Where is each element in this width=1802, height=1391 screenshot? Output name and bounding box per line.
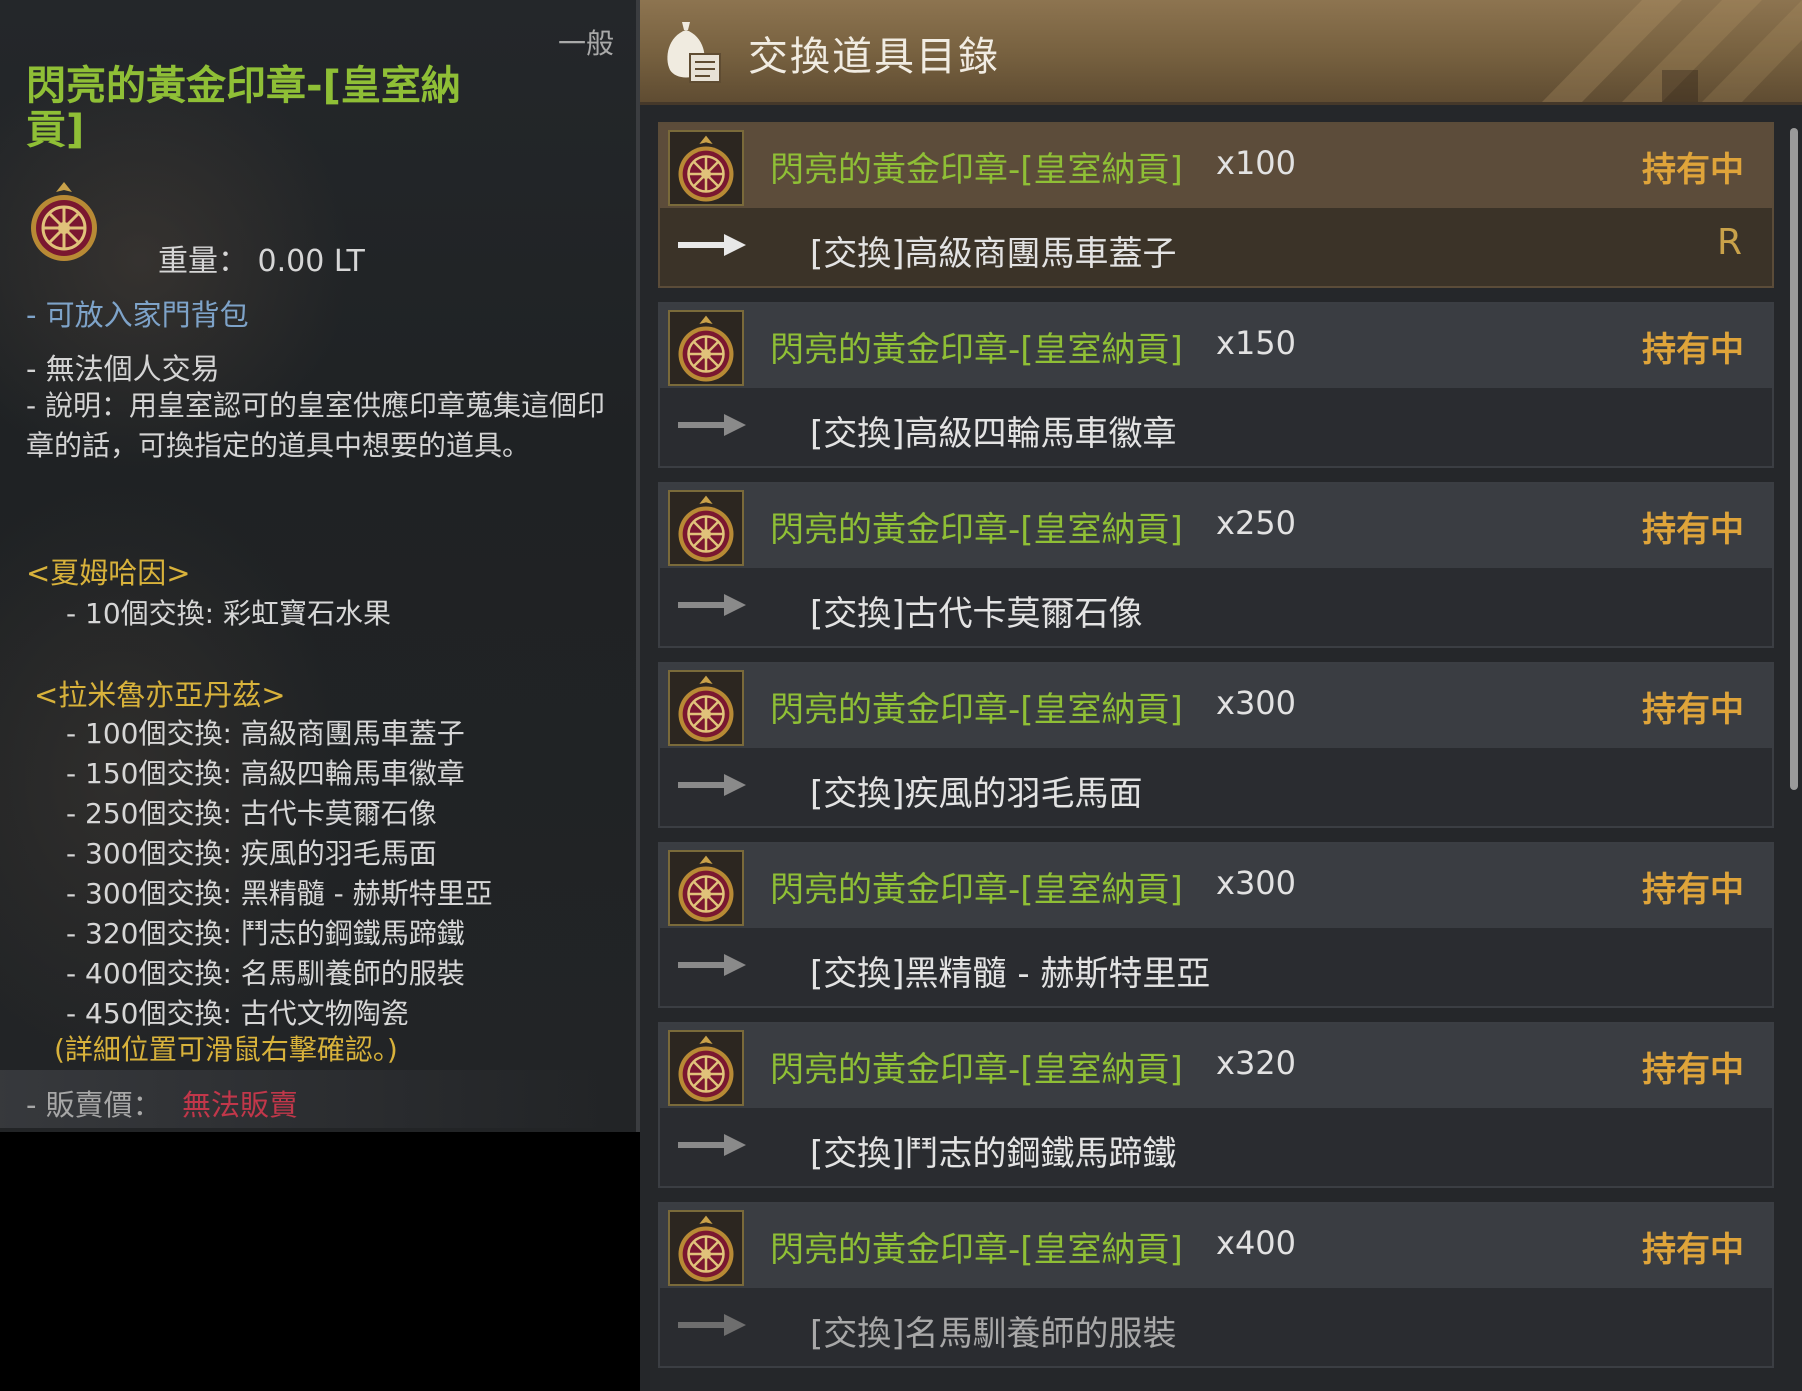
arrow-right-icon — [678, 1314, 746, 1336]
exchange-row[interactable]: 閃亮的黃金印章-[皇室納貢] x150 持有中 [交換]高級四輪馬車徽章 — [658, 302, 1774, 468]
required-item-name: 閃亮的黃金印章-[皇室納貢] — [770, 870, 1183, 910]
item-description: - 說明：用皇室認可的皇室供應印章蒐集這個印章的話，可換指定的道具中想要的道具。 — [26, 389, 606, 462]
exchange-line: - 100個交換: 高級商團馬車蓋子 — [66, 717, 465, 750]
window-title: 交換道具目錄 — [748, 34, 1000, 80]
owned-status: 持有中 — [1642, 150, 1744, 190]
reward-item-name: [交換]名馬馴養師的服裝 — [810, 1314, 1177, 1354]
owned-status: 持有中 — [1642, 330, 1744, 370]
owned-status: 持有中 — [1642, 870, 1744, 910]
reward-item-name: [交換]古代卡莫爾石像 — [810, 594, 1143, 634]
required-quantity: x320 — [1216, 1044, 1297, 1082]
seal-slot — [668, 310, 744, 386]
exchange-line: - 150個交換: 高級四輪馬車徽章 — [66, 757, 465, 790]
reward-rank: R — [1716, 222, 1742, 263]
exchange-row[interactable]: 閃亮的黃金印章-[皇室納貢] x300 持有中 [交換]黑精髓 - 赫斯特里亞 — [658, 842, 1774, 1008]
weight-label: 重量： — [158, 244, 248, 279]
reward-item-name: [交換]鬥志的鋼鐵馬蹄鐵 — [810, 1134, 1177, 1174]
window-header: 交換道具目錄 — [640, 0, 1802, 105]
section-title-2: <拉米魯亦亞丹茲> — [34, 678, 286, 712]
required-quantity: x100 — [1216, 144, 1297, 182]
exchange-line: - 400個交換: 名馬馴養師的服裝 — [66, 957, 465, 990]
arrow-right-icon — [678, 234, 746, 256]
exchange-line: - 320個交換: 鬥志的鋼鐵馬蹄鐵 — [66, 917, 465, 950]
seal-slot — [668, 130, 744, 206]
owned-status: 持有中 — [1642, 1230, 1744, 1270]
exchange-row[interactable]: 閃亮的黃金印章-[皇室納貢] x320 持有中 [交換]鬥志的鋼鐵馬蹄鐵 — [658, 1022, 1774, 1188]
no-trade-note: - 無法個人交易 — [26, 352, 220, 386]
royal-seal-icon — [678, 675, 734, 742]
item-bag-scroll-icon — [667, 22, 721, 83]
price-value: 無法販賣 — [182, 1088, 299, 1122]
weight-value: 0.00 LT — [257, 244, 365, 279]
required-item-name: 閃亮的黃金印章-[皇室納貢] — [770, 150, 1183, 190]
exchange-line: - 300個交換: 疾風的羽毛馬面 — [66, 837, 437, 870]
arrow-right-icon — [678, 1134, 746, 1156]
owned-status: 持有中 — [1642, 690, 1744, 730]
royal-seal-icon — [678, 495, 734, 562]
header-decoration — [1542, 0, 1802, 102]
required-item-name: 閃亮的黃金印章-[皇室納貢] — [770, 690, 1183, 730]
royal-seal-icon — [678, 315, 734, 382]
owned-status: 持有中 — [1642, 510, 1744, 550]
exchange-row[interactable]: 閃亮的黃金印章-[皇室納貢] x100 持有中 [交換]高級商團馬車蓋子 R — [658, 122, 1774, 288]
arrow-right-icon — [678, 594, 746, 616]
arrow-right-icon — [678, 954, 746, 976]
exchange-window: 交換道具目錄 閃亮的黃金印章-[皇室納貢] x100 持有中 [交換]高級商團馬… — [640, 0, 1802, 1391]
weight-row: 重量： 0.00 LT — [158, 236, 365, 280]
reward-item-name: [交換]黑精髓 - 赫斯特里亞 — [810, 954, 1211, 994]
seal-slot — [668, 850, 744, 926]
royal-seal-icon — [678, 855, 734, 922]
exchange-line: - 450個交換: 古代文物陶瓷 — [66, 997, 409, 1030]
required-quantity: x400 — [1216, 1224, 1297, 1262]
reward-item-name: [交換]疾風的羽毛馬面 — [810, 774, 1143, 814]
item-grade: 一般 — [557, 27, 614, 60]
item-tooltip: 一般 閃亮的黃金印章-[皇室納貢] 重量： 0.00 LT - 可放入家門背包 … — [0, 0, 640, 1132]
royal-seal-icon — [678, 1035, 734, 1102]
right-click-note: (詳細位置可滑鼠右擊確認。) — [54, 1033, 398, 1066]
exchange-line: - 250個交換: 古代卡莫爾石像 — [66, 797, 437, 830]
required-item-name: 閃亮的黃金印章-[皇室納貢] — [770, 330, 1183, 370]
required-quantity: x300 — [1216, 864, 1297, 902]
exchange-row[interactable]: 閃亮的黃金印章-[皇室納貢] x400 持有中 [交換]名馬馴養師的服裝 — [658, 1202, 1774, 1368]
seal-slot — [668, 670, 744, 746]
required-item-name: 閃亮的黃金印章-[皇室納貢] — [770, 510, 1183, 550]
price-label: - 販賣價： — [26, 1088, 162, 1122]
royal-seal-icon — [678, 1215, 734, 1282]
reward-item-name: [交換]高級商團馬車蓋子 — [810, 234, 1177, 274]
seal-slot — [668, 1210, 744, 1286]
required-quantity: x300 — [1216, 684, 1297, 722]
required-item-name: 閃亮的黃金印章-[皇室納貢] — [770, 1230, 1183, 1270]
exchange-row[interactable]: 閃亮的黃金印章-[皇室納貢] x300 持有中 [交換]疾風的羽毛馬面 — [658, 662, 1774, 828]
seal-slot — [668, 1030, 744, 1106]
item-name: 閃亮的黃金印章-[皇室納貢] — [26, 63, 461, 153]
royal-seal-icon — [31, 182, 97, 261]
exchange-line: - 10個交換: 彩虹寶石水果 — [66, 597, 391, 630]
arrow-right-icon — [678, 414, 746, 436]
list-scrollbar[interactable] — [1790, 128, 1798, 790]
reward-item-name: [交換]高級四輪馬車徽章 — [810, 414, 1177, 454]
seal-slot — [668, 490, 744, 566]
royal-seal-icon — [678, 135, 734, 202]
section-title-1: <夏姆哈因> — [26, 556, 191, 590]
arrow-right-icon — [678, 774, 746, 796]
exchange-line: - 300個交換: 黑精髓 - 赫斯特里亞 — [66, 877, 493, 910]
owned-status: 持有中 — [1642, 1050, 1744, 1090]
required-quantity: x250 — [1216, 504, 1297, 542]
required-quantity: x150 — [1216, 324, 1297, 362]
family-bag-note: - 可放入家門背包 — [26, 298, 249, 332]
exchange-row[interactable]: 閃亮的黃金印章-[皇室納貢] x250 持有中 [交換]古代卡莫爾石像 — [658, 482, 1774, 648]
required-item-name: 閃亮的黃金印章-[皇室納貢] — [770, 1050, 1183, 1090]
